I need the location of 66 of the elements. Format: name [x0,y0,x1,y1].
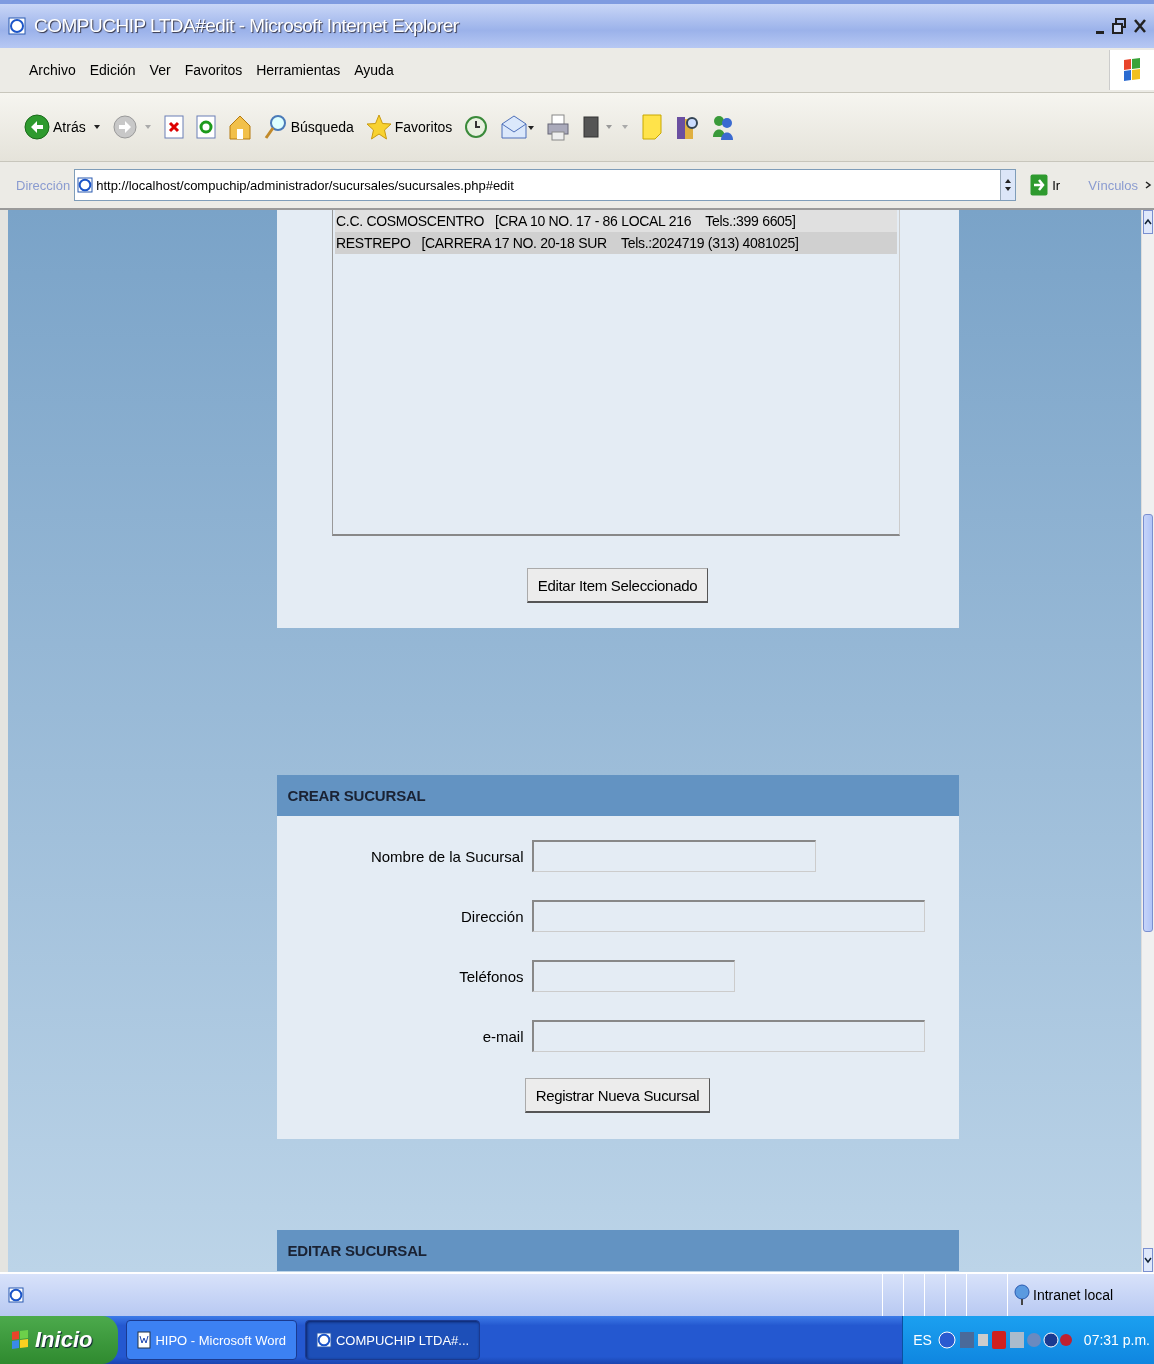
people-icon [711,113,736,141]
close-icon [1134,18,1146,34]
house-icon [227,114,252,140]
scroll-down-button[interactable] [1143,1248,1153,1272]
clock: 07:31 p.m. [1083,1332,1150,1348]
register-button[interactable]: Registrar Nueva Sucursal [524,1078,711,1113]
page-icon [8,1287,24,1303]
field-label: Teléfonos [459,967,524,985]
restore-icon [1112,18,1126,34]
text-field[interactable] [531,960,735,992]
field-label: e-mail [482,1027,524,1045]
refresh-icon [195,115,216,139]
branch-list[interactable]: C.C. COSMOSCENTRO [CRA 10 NO. 17 - 86 LOCAL 216 Tels.:399 6605] RESTREPO [CARRERA 17 NO. 20-18 SUR Tels.:2024719 (313) 4081025] [332,210,900,536]
address-field[interactable]: http://localhost/compuchip/administrador/sucursales/sucursales.php#edit [74,169,1017,201]
section-title: CREAR SUCURSAL [287,787,426,804]
menu-item[interactable]: Ver [142,62,178,78]
scrollbar[interactable] [1141,210,1154,1272]
menu-item[interactable]: Ayuda [347,62,401,78]
dropdown-button[interactable] [1000,170,1016,200]
text-field[interactable] [531,840,816,872]
menu-item[interactable]: Favoritos [177,62,250,78]
browser-icon [315,1332,332,1348]
up-caret-icon [1144,218,1152,226]
page-icon [77,177,94,193]
document-icon [582,115,615,139]
word-document-icon [137,1331,152,1349]
scroll-up-button[interactable] [1143,210,1153,234]
search-button[interactable]: Búsqueda [261,107,356,147]
browser-icon [8,17,26,35]
clock-icon [464,115,489,139]
zone-label: Intranet local [1033,1287,1114,1303]
text-field[interactable] [531,900,925,932]
chevron-icon [1144,180,1152,190]
minimize-icon [1096,30,1104,34]
caret-icon [143,123,152,131]
stop-icon [163,115,184,139]
taskbar-button[interactable]: COMPUCHIP LTDA#... [304,1320,481,1360]
scroll-thumb[interactable] [1143,514,1153,932]
go-button[interactable]: Ir [1024,173,1067,197]
caret-icon [92,123,101,131]
taskbar-button[interactable]: HIPO - Microsoft Word [126,1320,297,1360]
windows-flag-icon [1122,56,1142,84]
list-item[interactable]: C.C. COSMOSCENTRO [CRA 10 NO. 17 - 86 LOCAL 216 Tels.:399 6605] [335,210,897,232]
edit-selected-button[interactable]: Editar Item Seleccionado [526,568,709,603]
spinner-icon [1004,177,1013,193]
section-title: EDITAR SUCURSAL [287,1242,427,1259]
note-icon [641,113,664,141]
magnifier-icon [263,114,288,140]
text-field[interactable] [531,1020,925,1052]
printer-icon [546,113,571,141]
star-icon [365,114,392,140]
address-label: Dirección [16,177,71,193]
menu-item[interactable]: Herramientas [249,62,348,78]
windows-flag-icon [10,1329,30,1351]
list-item[interactable]: RESTREPO [CARRERA 17 NO. 20-18 SUR Tels.:2024719 (313) 4081025] [335,232,897,254]
menu-item[interactable]: Archivo [22,62,83,78]
start-button[interactable]: Inicio [0,1316,119,1364]
envelope-icon [500,114,535,140]
window-title: COMPUCHIP LTDA#edit - Microsoft Internet Explorer [34,15,459,37]
down-caret-icon [1144,1256,1152,1264]
menu-item[interactable]: Edición [82,62,143,78]
back-button[interactable]: Atrás [22,107,103,147]
caret-icon [621,123,630,131]
field-label: Nombre de la Sucursal [370,847,524,865]
favorites-button[interactable]: Favoritos [363,107,455,147]
field-label: Dirección [460,907,524,925]
